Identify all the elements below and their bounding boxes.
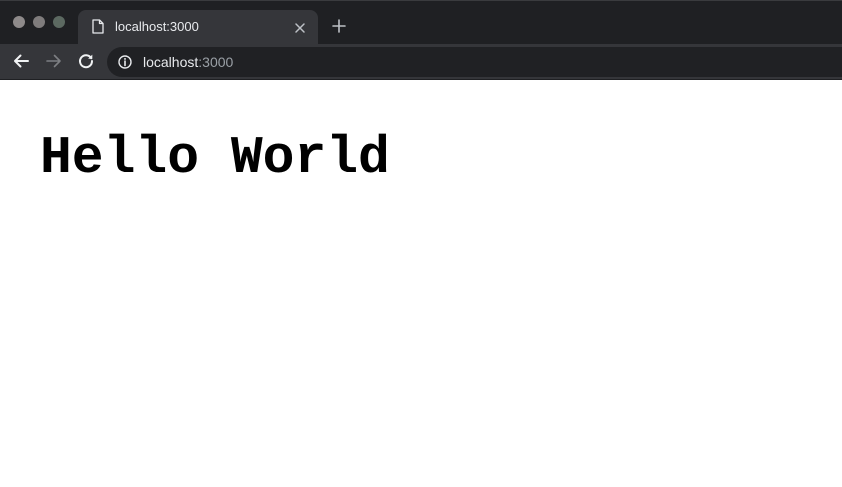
arrow-left-icon[interactable] — [12, 52, 30, 70]
url-host: localhost — [143, 54, 199, 70]
plus-icon[interactable] — [331, 18, 347, 34]
url-text[interactable]: localhost:3000 — [143, 54, 233, 70]
arrow-right-icon[interactable] — [45, 52, 63, 70]
reload-icon[interactable] — [77, 52, 95, 70]
document-icon — [92, 19, 104, 34]
browser-window: localhost:3000 localhost:3000 Hello Worl… — [0, 0, 842, 487]
close-icon[interactable] — [293, 21, 307, 35]
browser-toolbar: localhost:3000 — [0, 44, 842, 80]
page-heading: Hello World — [40, 128, 390, 188]
page-viewport: Hello World — [0, 80, 842, 487]
info-icon[interactable] — [118, 55, 132, 69]
window-close-button[interactable] — [13, 16, 25, 28]
address-bar[interactable]: localhost:3000 — [107, 47, 842, 77]
tab-strip: localhost:3000 — [0, 0, 842, 45]
url-port: :3000 — [198, 54, 234, 70]
window-minimize-button[interactable] — [33, 16, 45, 28]
window-maximize-button[interactable] — [53, 16, 65, 28]
tab-title: localhost:3000 — [115, 19, 199, 34]
tab-localhost[interactable]: localhost:3000 — [78, 10, 318, 45]
